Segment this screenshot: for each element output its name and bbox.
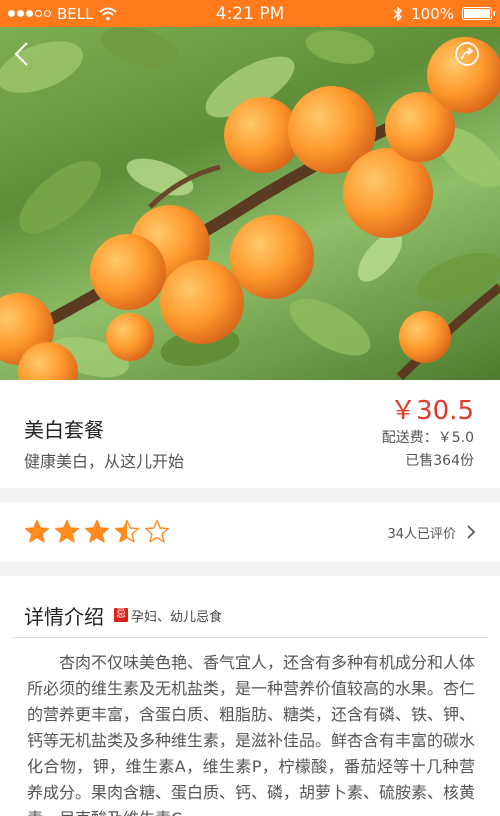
- back-chevron-icon: [14, 42, 28, 66]
- detail-card: 详情介绍 忌 孕妇、幼儿忌食 杏肉不仅味美色艳、香气宜人，还含有多种有机成分和人…: [0, 576, 500, 816]
- detail-header: 详情介绍 忌 孕妇、幼儿忌食: [0, 576, 500, 636]
- battery-percent: 100%: [411, 4, 454, 23]
- star-filled-icon: [85, 519, 109, 543]
- battery-fill: [464, 9, 490, 18]
- product-name: 美白套餐: [24, 418, 104, 442]
- product-price: ￥30.5: [390, 396, 474, 426]
- apricot-photo: [0, 27, 500, 380]
- chevron-right-icon: [467, 525, 476, 539]
- reviews-link[interactable]: 34人已评价: [387, 523, 476, 542]
- star-filled-icon: [55, 519, 79, 543]
- signal-strength-icon: [8, 10, 51, 17]
- battery-icon: [462, 7, 495, 20]
- detail-title: 详情介绍: [24, 604, 104, 629]
- wifi-icon: [99, 7, 118, 20]
- product-info-card: 美白套餐 健康美白，从这儿开始 ￥30.5 配送费：￥5.0 已售364份: [0, 380, 500, 488]
- review-count: 34人已评价: [387, 526, 456, 542]
- warning-text: 孕妇、幼儿忌食: [131, 609, 223, 625]
- carrier-label: BELL: [57, 4, 94, 23]
- warning-badge-icon: 忌: [114, 608, 128, 622]
- star-filled-icon: [25, 519, 49, 543]
- divider: [12, 637, 488, 638]
- product-hero-image: [0, 27, 500, 380]
- bluetooth-icon: [393, 5, 403, 22]
- share-icon: [455, 42, 479, 66]
- star-empty-icon: [145, 519, 169, 543]
- rating-row[interactable]: 34人已评价: [0, 502, 500, 562]
- rating-stars: [24, 519, 170, 545]
- status-right: 100%: [312, 4, 495, 23]
- shipping-fee: 配送费：￥5.0: [381, 430, 474, 446]
- status-time: 4:21 PM: [215, 3, 285, 24]
- status-left: BELL: [8, 5, 188, 23]
- status-bar: BELL 4:21 PM 100%: [0, 0, 500, 27]
- star-half-icon: [115, 519, 139, 543]
- product-subtitle: 健康美白，从这儿开始: [24, 452, 185, 471]
- sold-count: 已售364份: [405, 453, 474, 469]
- detail-description: 杏肉不仅味美色艳、香气宜人，还含有多种有机成分和人体所必须的维生素及无机盐类，是…: [27, 653, 476, 816]
- back-button[interactable]: [12, 41, 44, 73]
- share-button[interactable]: [454, 41, 486, 73]
